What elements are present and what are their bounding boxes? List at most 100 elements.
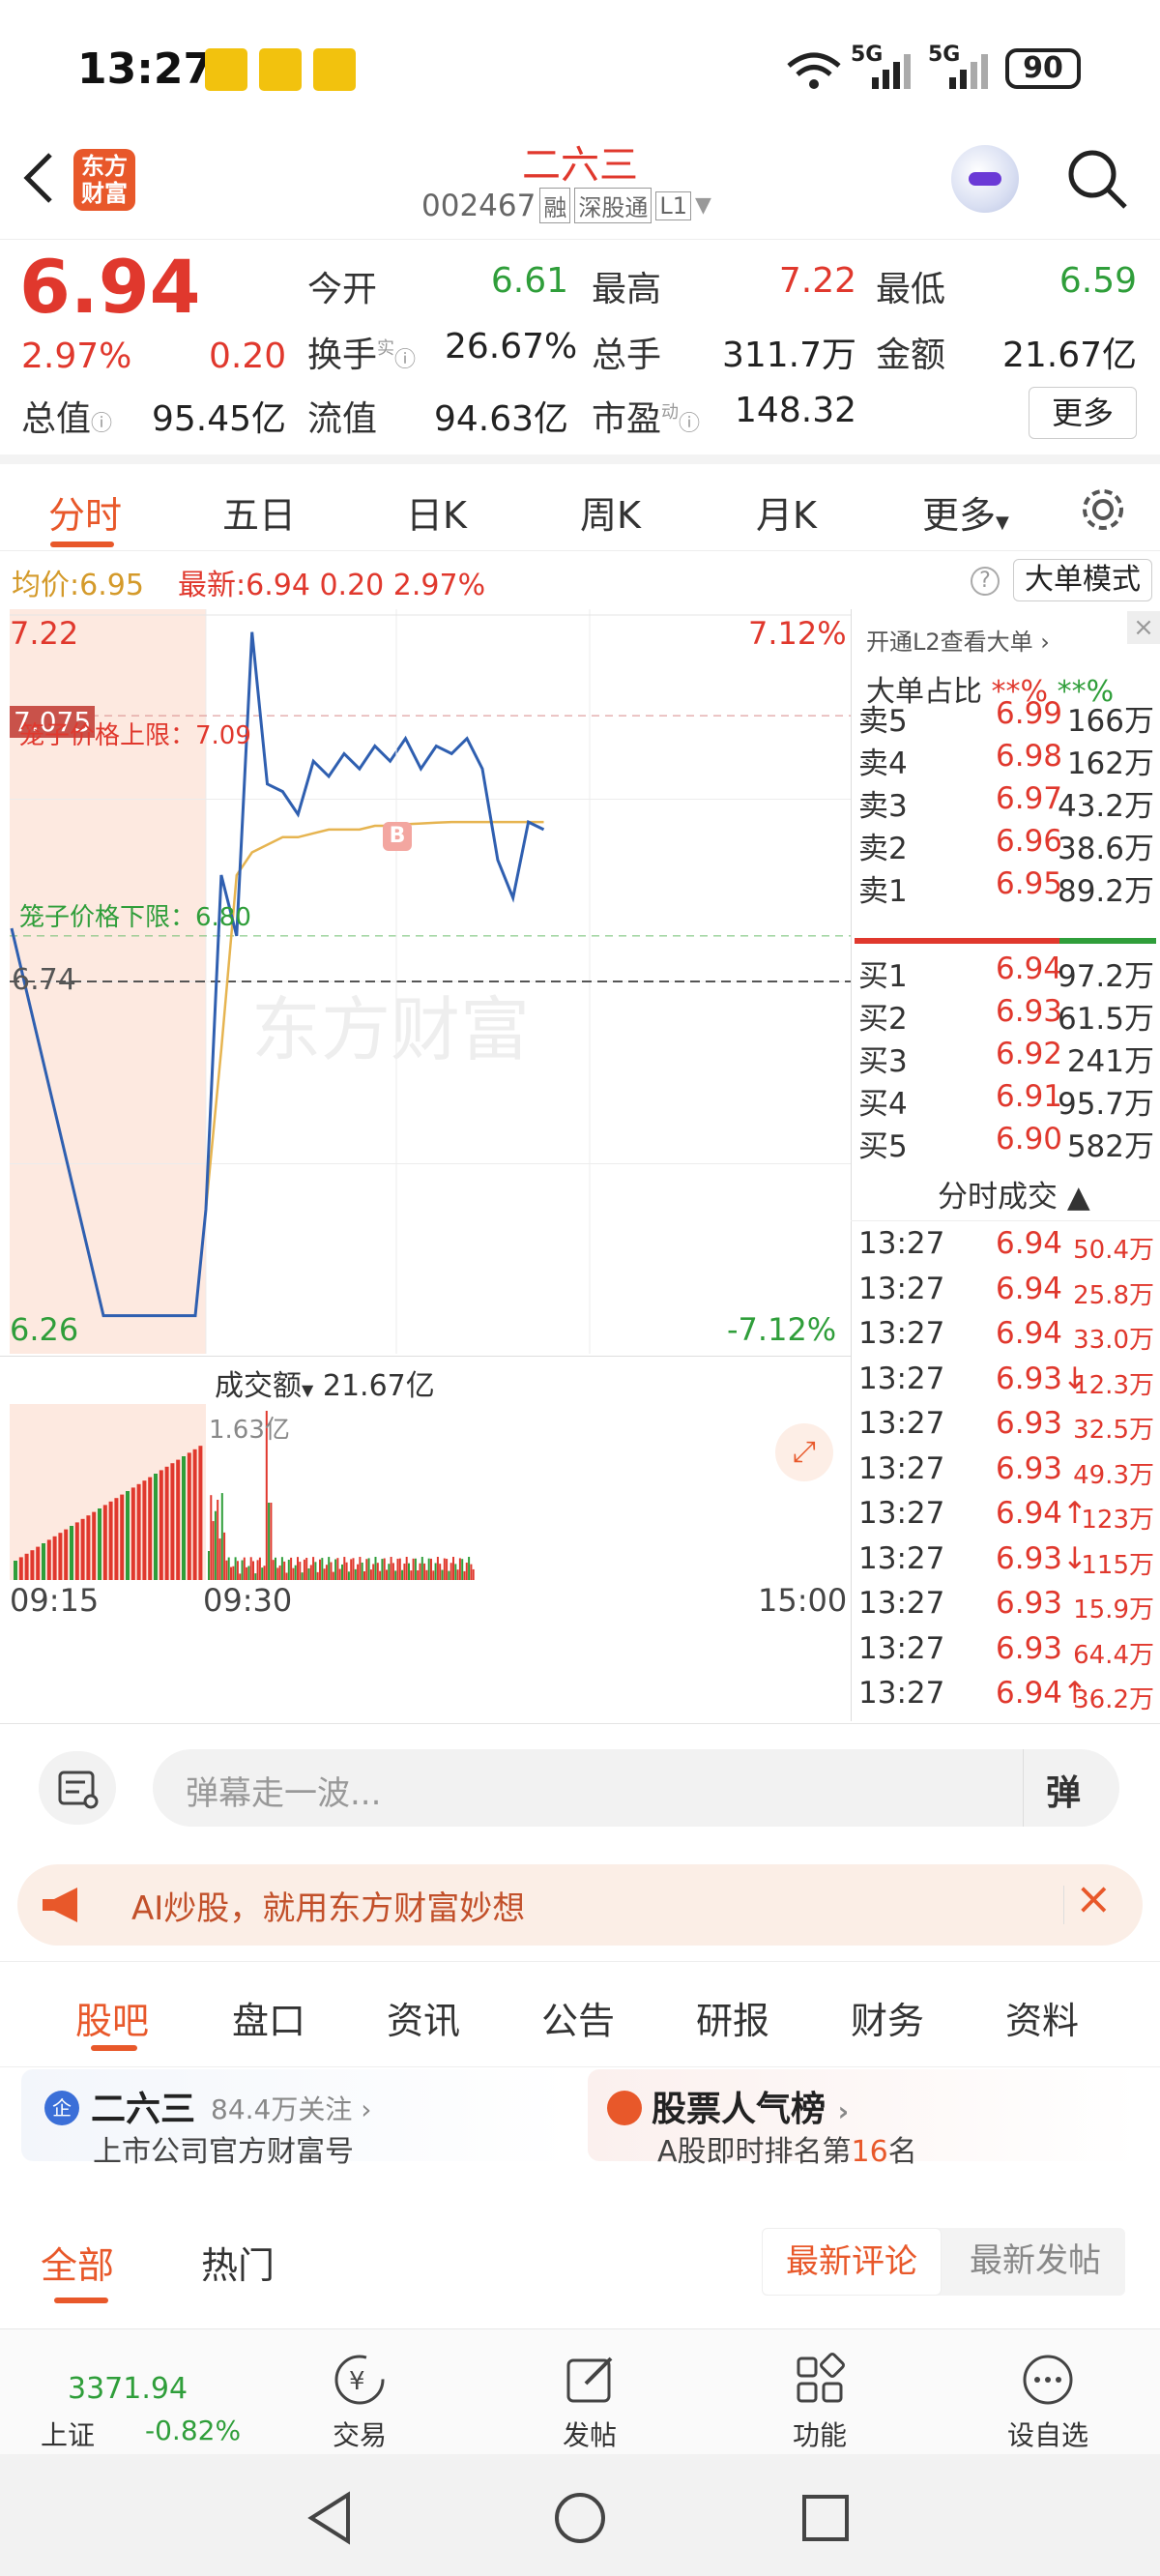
volume-bar bbox=[287, 1560, 290, 1580]
volume-bar bbox=[369, 1569, 372, 1580]
volume-bar bbox=[299, 1562, 302, 1580]
volume-bar bbox=[405, 1557, 408, 1580]
tick-volume: 123万 bbox=[1081, 1506, 1154, 1535]
popularity-card[interactable]: 股票人气榜 › A股即时排名第16名 bbox=[588, 2069, 1139, 2169]
tab-month-k[interactable]: 月K bbox=[756, 485, 817, 539]
volume-bar bbox=[410, 1570, 413, 1580]
home-circle-icon[interactable] bbox=[553, 2491, 607, 2545]
ai-ad-banner[interactable]: AI炒股，就用东方财富妙想 × bbox=[17, 1864, 1143, 1946]
volume-bar bbox=[352, 1558, 355, 1580]
l2-promo-link[interactable]: 开通L2查看大单 › bbox=[866, 623, 1050, 657]
tab-news[interactable]: 资讯 bbox=[387, 1991, 460, 2044]
buy-marker-icon[interactable]: B bbox=[383, 822, 412, 851]
bid-row: 买5 6.90 582万 bbox=[858, 1122, 1160, 1164]
volume-bar bbox=[450, 1563, 452, 1580]
tab-profile[interactable]: 资料 bbox=[1005, 1991, 1079, 2044]
tick-time: 13:27 bbox=[858, 1676, 945, 1711]
tab-day-k[interactable]: 日K bbox=[406, 485, 467, 539]
tab-financials[interactable]: 财务 bbox=[851, 1991, 924, 2044]
expand-icon[interactable]: ⤢ bbox=[775, 1423, 833, 1481]
nav-add-watchlist[interactable]: 设自选 bbox=[971, 2329, 1125, 2455]
nav-post[interactable]: 发帖 bbox=[512, 2329, 667, 2455]
trade-tick-row: 13:27 6.94 33.0万 bbox=[858, 1316, 1160, 1361]
tick-volume: 33.0万 bbox=[1073, 1326, 1154, 1355]
sort-latest-post[interactable]: 最新发帖 bbox=[945, 2228, 1125, 2296]
post-filter: 全部 热门 最新评论 最新发帖 bbox=[0, 2181, 1160, 2327]
tab-announcements[interactable]: 公告 bbox=[541, 1991, 615, 2044]
filter-all[interactable]: 全部 bbox=[41, 2236, 114, 2289]
nav-functions[interactable]: 功能 bbox=[742, 2329, 897, 2455]
volume-bar bbox=[394, 1570, 397, 1580]
volume-bar bbox=[192, 1449, 197, 1580]
tick-time: 13:27 bbox=[858, 1496, 945, 1531]
mcap-label: 总值ⓘ bbox=[21, 399, 113, 439]
recents-square-icon[interactable] bbox=[800, 2493, 851, 2543]
volume-bar bbox=[258, 1557, 261, 1580]
ask-row: 卖4 6.98 162万 bbox=[858, 739, 1160, 781]
volume-bar bbox=[420, 1557, 423, 1580]
volume-bar bbox=[401, 1569, 404, 1580]
tab-research[interactable]: 研报 bbox=[696, 1991, 769, 2044]
company-card[interactable]: 企 二六三 84.4万关注 › 上市公司官方财富号 bbox=[21, 2069, 572, 2169]
filter-hot[interactable]: 热门 bbox=[201, 2236, 275, 2289]
volume-bar bbox=[234, 1557, 237, 1580]
volume-bar bbox=[232, 1566, 235, 1580]
status-bar: 13:27 5G 5G 90 bbox=[0, 0, 1160, 126]
change-percent: 2.97% bbox=[21, 337, 132, 376]
volume-bar bbox=[154, 1474, 158, 1580]
current-price: 6.94 bbox=[19, 244, 201, 330]
tab-five-day[interactable]: 五日 bbox=[222, 485, 296, 539]
volume-bar bbox=[436, 1557, 439, 1580]
tag-connect: 深股通 bbox=[574, 188, 652, 223]
enterprise-badge-icon: 企 bbox=[44, 2091, 79, 2125]
more-button[interactable]: 更多 bbox=[1029, 387, 1137, 439]
ticks-title[interactable]: 分时成交 ▲ bbox=[938, 1172, 1090, 1215]
danmu-toggle-icon[interactable]: 弹 bbox=[1046, 1765, 1081, 1815]
tab-more[interactable]: 更多▼ bbox=[922, 485, 1009, 539]
close-ad-icon[interactable]: × bbox=[1075, 1872, 1113, 1924]
volume-bar bbox=[247, 1566, 250, 1580]
level-name: 卖3 bbox=[858, 789, 908, 824]
volume-bar bbox=[446, 1559, 449, 1580]
volume-selector[interactable]: 成交额▼ 21.67亿 bbox=[215, 1361, 435, 1404]
level-name: 买3 bbox=[858, 1044, 908, 1079]
help-icon[interactable]: ? bbox=[971, 567, 1000, 596]
tab-week-k[interactable]: 周K bbox=[580, 485, 641, 539]
volume-bar bbox=[126, 1491, 130, 1580]
robot-avatar-icon[interactable] bbox=[951, 145, 1019, 213]
volume-bar bbox=[52, 1536, 57, 1580]
volume-bar bbox=[212, 1521, 215, 1580]
back-triangle-icon[interactable] bbox=[305, 2491, 354, 2545]
volume-bar bbox=[303, 1559, 305, 1580]
close-icon[interactable]: × bbox=[1127, 611, 1160, 644]
level-volume: 61.5万 bbox=[1057, 1002, 1154, 1037]
volume-bar bbox=[408, 1563, 410, 1580]
tab-forum[interactable]: 股吧 bbox=[75, 1991, 149, 2044]
nav-trade[interactable]: ¥ 交易 bbox=[282, 2329, 437, 2455]
volume-bar bbox=[463, 1570, 466, 1580]
tab-orderbook[interactable]: 盘口 bbox=[232, 1991, 305, 2044]
volume-bar bbox=[443, 1558, 446, 1580]
followers-count: 84.4万关注 › bbox=[211, 2093, 372, 2125]
volume-bar bbox=[246, 1566, 248, 1580]
index-value[interactable]: 3371.94 bbox=[68, 2372, 188, 2406]
tab-intraday[interactable]: 分时 bbox=[48, 485, 122, 539]
settings-gear-icon[interactable] bbox=[1079, 485, 1127, 534]
volume-bar bbox=[272, 1560, 275, 1580]
volume-bar bbox=[357, 1564, 360, 1580]
stock-code-row[interactable]: 002467 融 深股通 L1 ▼ bbox=[421, 188, 711, 223]
volume-bar bbox=[14, 1561, 17, 1580]
search-icon[interactable] bbox=[1063, 145, 1131, 213]
volume-bar bbox=[470, 1564, 473, 1580]
volume-bar bbox=[461, 1559, 464, 1580]
tick-price: 6.94↑ bbox=[996, 1496, 1088, 1531]
level-name: 买2 bbox=[858, 1002, 908, 1037]
tick-volume: 12.3万 bbox=[1073, 1370, 1154, 1400]
volume-chart[interactable] bbox=[10, 1404, 851, 1580]
danmu-input[interactable]: 弹幕走一波... 弹 bbox=[153, 1749, 1119, 1827]
volume-bar bbox=[92, 1511, 97, 1580]
danmu-settings-icon[interactable] bbox=[39, 1751, 116, 1825]
volume-bar bbox=[441, 1569, 444, 1580]
sort-latest-comment[interactable]: 最新评论 bbox=[762, 2228, 942, 2296]
big-order-mode-button[interactable]: 大单模式 bbox=[1013, 559, 1152, 601]
